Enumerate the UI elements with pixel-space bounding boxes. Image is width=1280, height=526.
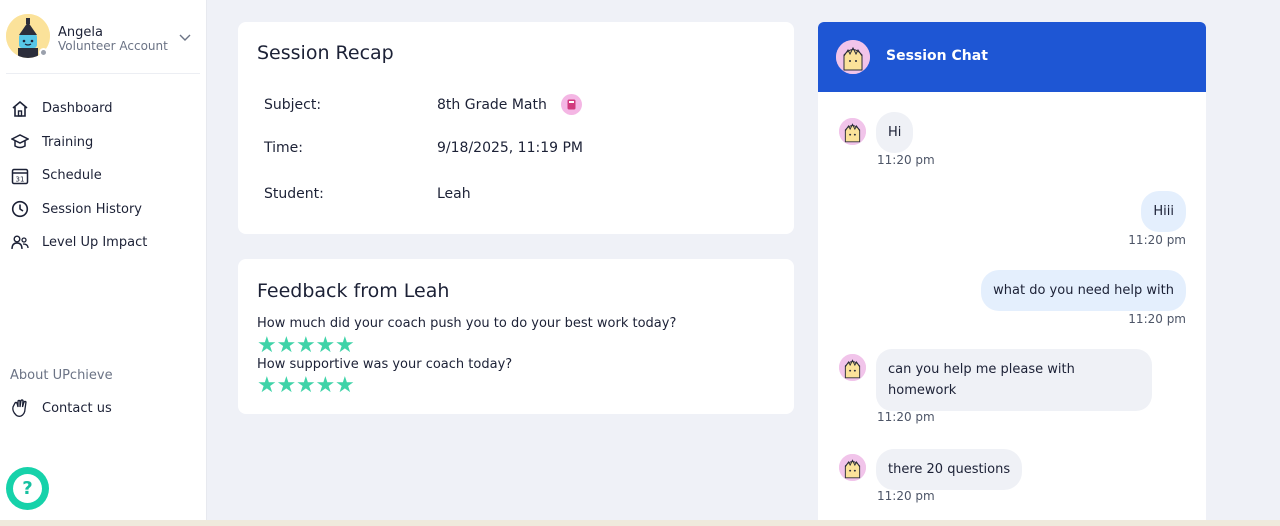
sidebar-item-level-up-impact[interactable]: Level Up Impact bbox=[10, 226, 200, 260]
chat-message: can you help me please with homework bbox=[876, 349, 1152, 411]
question-icon: ? bbox=[13, 474, 42, 503]
recap-row-time: Time: 9/18/2025, 11:19 PM bbox=[264, 140, 583, 156]
star-rating: ★ ★ ★ ★ ★ bbox=[257, 333, 355, 358]
chat-message: what do you need help with bbox=[981, 270, 1186, 311]
about-link[interactable]: About UPchieve bbox=[10, 368, 113, 383]
calendar-icon: 31 bbox=[10, 166, 30, 186]
status-indicator bbox=[39, 48, 48, 57]
message-timestamp: 11:20 pm bbox=[1128, 312, 1186, 326]
graduation-cap-icon bbox=[10, 132, 30, 152]
student-avatar-icon bbox=[839, 354, 866, 381]
sidebar-item-training[interactable]: Training bbox=[10, 126, 200, 160]
feedback-question: How supportive was your coach today? bbox=[257, 357, 513, 372]
window-bottom-edge bbox=[0, 520, 1280, 526]
student-avatar-icon bbox=[836, 40, 870, 74]
student-avatar-icon bbox=[839, 454, 866, 481]
recap-row-subject: Subject: 8th Grade Math bbox=[264, 94, 582, 115]
clock-icon bbox=[10, 199, 30, 219]
chat-header: Session Chat bbox=[818, 22, 1206, 92]
chat-title: Session Chat bbox=[886, 48, 988, 64]
sidebar-item-label: Session History bbox=[42, 201, 142, 217]
home-icon bbox=[10, 99, 30, 119]
feedback-question: How much did your coach push you to do y… bbox=[257, 316, 677, 331]
star-icon: ★ bbox=[276, 373, 297, 398]
sidebar-item-schedule[interactable]: 31 Schedule bbox=[10, 159, 200, 193]
message-timestamp: 11:20 pm bbox=[1128, 233, 1186, 247]
sidebar: Angela Volunteer Account Dashboard Train… bbox=[0, 0, 207, 520]
chevron-down-icon[interactable] bbox=[178, 30, 192, 44]
star-icon: ★ bbox=[315, 333, 336, 358]
subject-math-icon bbox=[560, 94, 582, 115]
star-icon: ★ bbox=[296, 333, 316, 358]
star-icon: ★ bbox=[296, 373, 316, 398]
recap-label: Student: bbox=[264, 186, 324, 202]
people-impact-icon bbox=[10, 233, 30, 253]
sidebar-item-label: Schedule bbox=[42, 168, 102, 184]
star-rating: ★ ★ ★ ★ ★ bbox=[257, 373, 355, 398]
sidebar-item-label: Training bbox=[42, 134, 94, 150]
user-menu[interactable]: Angela Volunteer Account bbox=[6, 14, 200, 74]
feedback-card: Feedback from Leah How much did your coa… bbox=[238, 259, 794, 414]
recap-value: Leah bbox=[437, 186, 471, 202]
star-icon: ★ bbox=[315, 373, 336, 398]
recap-value: 8th Grade Math bbox=[437, 96, 547, 113]
svg-text:31: 31 bbox=[16, 175, 25, 183]
star-icon: ★ bbox=[276, 333, 297, 358]
sidebar-nav: Dashboard Training 31 Schedule Session H… bbox=[10, 92, 200, 260]
user-role: Volunteer Account bbox=[58, 39, 168, 53]
message-timestamp: 11:20 pm bbox=[877, 410, 935, 424]
feedback-title: Feedback from Leah bbox=[257, 280, 450, 302]
message-timestamp: 11:20 pm bbox=[877, 153, 935, 167]
chat-message: there 20 questions bbox=[876, 449, 1023, 490]
waving-hand-icon bbox=[10, 398, 30, 418]
recap-label: Time: bbox=[264, 140, 303, 156]
message-timestamp: 11:20 pm bbox=[877, 489, 935, 503]
sidebar-item-session-history[interactable]: Session History bbox=[10, 193, 200, 227]
recap-row-student: Student: Leah bbox=[264, 186, 471, 202]
student-avatar-icon bbox=[839, 118, 866, 145]
session-recap-card: Session Recap Subject: 8th Grade Math Ti… bbox=[238, 22, 794, 234]
session-chat-panel: Session Chat Hi 11:20 pm Hiii 11:20 pm w… bbox=[818, 22, 1206, 526]
contact-us-label: Contact us bbox=[42, 400, 112, 416]
star-icon: ★ bbox=[257, 333, 277, 358]
star-icon: ★ bbox=[335, 373, 355, 398]
session-recap-title: Session Recap bbox=[257, 42, 394, 64]
chat-message: Hiii bbox=[1141, 191, 1186, 232]
recap-label: Subject: bbox=[264, 96, 322, 113]
help-button[interactable]: ? bbox=[6, 467, 49, 510]
user-name: Angela bbox=[58, 25, 103, 40]
sidebar-item-label: Level Up Impact bbox=[42, 235, 148, 251]
contact-us-link[interactable]: Contact us bbox=[10, 398, 112, 418]
sidebar-item-label: Dashboard bbox=[42, 101, 113, 117]
recap-value: 9/18/2025, 11:19 PM bbox=[437, 140, 584, 156]
star-icon: ★ bbox=[335, 333, 355, 358]
star-icon: ★ bbox=[257, 373, 277, 398]
chat-message: Hi bbox=[876, 112, 914, 153]
sidebar-item-dashboard[interactable]: Dashboard bbox=[10, 92, 200, 126]
